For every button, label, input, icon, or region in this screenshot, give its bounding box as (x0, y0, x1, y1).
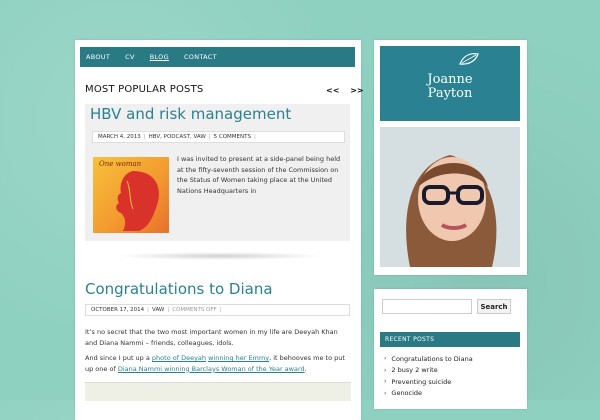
next-button[interactable]: >> (350, 86, 363, 95)
link-barclays-award[interactable]: Diana Nammi winning Barclays Woman of th… (118, 365, 305, 373)
recent-post-label: Genocide (391, 389, 423, 398)
nav-contact[interactable]: CONTACT (184, 53, 217, 61)
logo-name-last: Payton (427, 85, 473, 101)
sidebar-widgets: Search RECENT POSTS › Congratulations to … (374, 289, 527, 409)
link-emmy[interactable]: winning her Emmy (208, 354, 269, 362)
meta-separator: | (147, 307, 150, 313)
search-input[interactable] (382, 299, 472, 314)
post-tags[interactable]: VAW (152, 307, 164, 313)
post-meta: OCTOBER 17, 2014 | VAW | COMMENTS OFF | (85, 304, 350, 316)
text: And since I put up a (85, 354, 152, 362)
popular-pager: << >> (318, 86, 364, 95)
meta-separator: | (208, 134, 211, 140)
leaf-icon (459, 53, 479, 65)
post-comments: COMMENTS OFF (172, 307, 217, 313)
popular-post-excerpt: I was invited to present at a side-panel… (177, 155, 341, 195)
post-comments[interactable]: 5 COMMENTS (214, 134, 251, 140)
most-popular-heading: MOST POPULAR POSTS (85, 84, 204, 95)
site-logo[interactable]: Joanne Payton (380, 46, 520, 121)
recent-post-item[interactable]: › Genocide (384, 388, 520, 400)
meta-separator: | (254, 134, 256, 140)
profile-portrait (380, 127, 520, 267)
meta-separator: | (167, 307, 170, 313)
arrow-right-icon: › (384, 378, 387, 386)
logo-name-first: Joanne (427, 71, 473, 87)
post-date: OCTOBER 17, 2014 (91, 307, 145, 313)
profile-photo (380, 127, 520, 267)
post-tags[interactable]: HBV, PODCAST, VAW (149, 134, 206, 140)
recent-post-item[interactable]: › Preventing suicide (384, 376, 520, 388)
arrow-right-icon: › (384, 389, 387, 397)
popular-post-meta: MARCH 4, 2013 | HBV, PODCAST, VAW | 5 COMM… (92, 131, 345, 143)
prev-button[interactable]: << (326, 86, 339, 95)
recent-post-item[interactable]: › Congratulations to Diana (384, 353, 520, 365)
recent-posts-heading: RECENT POSTS (380, 332, 520, 347)
arrow-right-icon: › (384, 366, 387, 374)
post-date: MARCH 4, 2013 (98, 134, 141, 140)
arrow-right-icon: › (384, 355, 387, 363)
meta-separator: | (143, 134, 146, 140)
nav-about[interactable]: ABOUT (86, 53, 110, 61)
recent-post-label: Congratulations to Diana (391, 354, 473, 363)
sidebar-profile: Joanne Payton (374, 40, 527, 275)
post-thumbnail[interactable]: One woman (93, 157, 169, 233)
text: . (304, 364, 307, 373)
meta-separator: | (219, 307, 222, 313)
search-button[interactable]: Search (477, 299, 511, 314)
nav-cv[interactable]: CV (125, 53, 135, 61)
recent-post-label: 2 busy 2 write (391, 366, 438, 375)
section-shadow (115, 252, 325, 260)
link-photo-deeyah[interactable]: photo of Deeyah (152, 354, 206, 362)
recent-post-item[interactable]: › 2 busy 2 write (384, 365, 520, 377)
post-title[interactable]: Congratulations to Diana (85, 280, 273, 298)
nav-blog[interactable]: BLOG (150, 53, 169, 61)
popular-post-title[interactable]: HBV and risk management (90, 105, 291, 123)
post-paragraph: It’s no secret that the two most importa… (85, 328, 338, 347)
top-nav: ABOUT CV BLOG CONTACT (80, 47, 355, 67)
recent-posts-list: › Congratulations to Diana › 2 busy 2 writ… (384, 353, 520, 399)
post-paragraph: And since I put up a photo of Deeyah win… (85, 353, 351, 374)
post-image-strip[interactable] (85, 382, 351, 401)
recent-post-label: Preventing suicide (391, 377, 452, 386)
woman-profile-illustration (116, 171, 159, 231)
